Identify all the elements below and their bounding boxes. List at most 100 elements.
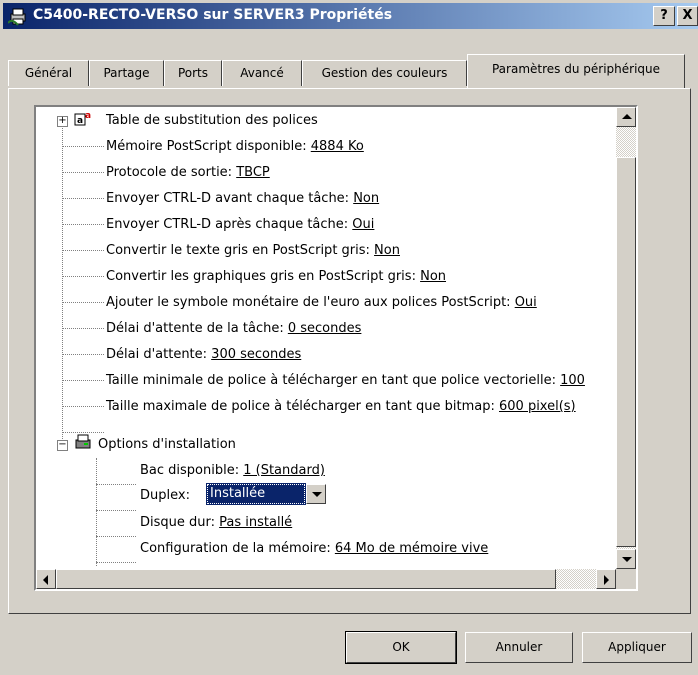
tree-line: [62, 406, 104, 407]
arrow-up-icon: [622, 114, 632, 119]
tree-item-value: 64 Mo de mémoire vive: [334, 541, 489, 556]
vertical-scroll-thumb[interactable]: [616, 157, 636, 547]
tab-label: Général: [24, 66, 73, 80]
tree-line: [96, 536, 136, 537]
cancel-button-label: Annuler: [495, 640, 543, 654]
tree-item-value: 600 pixel(s): [499, 399, 576, 414]
scroll-up-button[interactable]: [616, 107, 636, 127]
tree-line: [62, 302, 104, 303]
tree-item-label: Délai d'attente de la tâche:: [106, 321, 288, 336]
tree-item[interactable]: Mémoire PostScript disponible: 4884 Ko: [106, 135, 364, 159]
tree-item-label: Convertir le texte gris en PostScript gr…: [106, 243, 375, 258]
tab-gestion-couleurs[interactable]: Gestion des couleurs: [302, 60, 467, 86]
tree-item[interactable]: Convertir le texte gris en PostScript gr…: [106, 239, 400, 263]
close-glyph: X: [682, 8, 693, 23]
tab-label: Ports: [177, 66, 209, 80]
tree-item-label: Taille minimale de police à télécharger …: [106, 373, 561, 388]
tree-item-label: Options d'installation: [98, 437, 236, 452]
tree-item-label: Ajouter le symbole monétaire de l'euro a…: [106, 295, 515, 310]
tree-item-value: Oui: [352, 217, 375, 232]
tab-general[interactable]: Général: [8, 60, 89, 86]
tab-ports[interactable]: Ports: [164, 60, 222, 86]
tree-item-value: Oui: [514, 295, 537, 310]
tree-item[interactable]: Taille minimale de police à télécharger …: [106, 369, 585, 393]
tree-item-label: Protocole de sortie:: [106, 165, 237, 180]
tree-line: [96, 510, 136, 511]
tree-item-label: Configuration de la mémoire:: [140, 541, 335, 556]
tree-line: [62, 250, 104, 251]
tree-line: [96, 562, 136, 563]
duplex-select[interactable]: Installée: [206, 483, 328, 505]
collapse-toggle-installable-options[interactable]: −: [57, 440, 68, 451]
tree-item-label: Disque dur:: [140, 515, 220, 530]
tree-line: [62, 276, 104, 277]
tab-label: Avancé: [240, 66, 284, 80]
tree-item-label: Délai d'attente:: [106, 347, 212, 362]
arrow-down-icon: [622, 557, 632, 562]
tree-line: [62, 328, 104, 329]
arrow-left-icon: [43, 575, 48, 585]
tree-item-font-substitution[interactable]: Table de substitution des polices: [106, 109, 318, 133]
scroll-left-button[interactable]: [36, 569, 56, 589]
tree-item-value: 0 secondes: [287, 321, 362, 336]
tree-item-value: 1 (Standard): [243, 463, 325, 478]
tree-item-label: Envoyer CTRL-D avant chaque tâche:: [106, 191, 354, 206]
tree-line: [62, 354, 104, 355]
tree-item[interactable]: Ajouter le symbole monétaire de l'euro a…: [106, 291, 537, 315]
tree-item-value: 300 secondes: [211, 347, 302, 362]
close-button[interactable]: X: [677, 6, 698, 26]
tree-item[interactable]: Envoyer CTRL-D après chaque tâche: Oui: [106, 213, 374, 237]
tab-label: Gestion des couleurs: [321, 66, 448, 80]
tree-content: + a a Table de substitution des polices …: [36, 107, 616, 569]
cancel-button[interactable]: Annuler: [465, 632, 573, 663]
tree-item-value: TBCP: [236, 165, 270, 180]
horizontal-scroll-thumb[interactable]: [56, 569, 556, 589]
tree-item-installable-options[interactable]: Options d'installation: [98, 433, 236, 457]
tree-item-value: 100: [560, 373, 585, 388]
horizontal-scrollbar[interactable]: [36, 569, 616, 589]
window-title: C5400-RECTO-VERSO sur SERVER3 Propriétés: [33, 7, 393, 23]
tree-item[interactable]: Délai d'attente: 300 secondes: [106, 343, 301, 367]
ok-button-label: OK: [392, 640, 410, 654]
tree-item-value: Pas installé: [219, 515, 293, 530]
tree-item[interactable]: Convertir les graphiques gris en PostScr…: [106, 265, 446, 289]
tree-item[interactable]: Délai d'attente de la tâche: 0 secondes: [106, 317, 361, 341]
tree-item-label: Bac disponible:: [140, 463, 244, 478]
tree-line: [62, 121, 63, 447]
scroll-down-button[interactable]: [616, 549, 636, 569]
scroll-right-button[interactable]: [596, 569, 616, 589]
tab-avance[interactable]: Avancé: [222, 60, 302, 86]
tree-line: [62, 172, 104, 173]
font-table-icon: a a: [74, 111, 91, 126]
tree-item-label: Convertir les graphiques gris en PostScr…: [106, 269, 421, 284]
tree-item[interactable]: Protocole de sortie: TBCP: [106, 161, 270, 185]
duplex-dropdown-button[interactable]: [306, 484, 326, 504]
device-settings-tree[interactable]: + a a Table de substitution des polices …: [34, 105, 638, 591]
tree-item-label: Taille maximale de police à télécharger …: [106, 399, 499, 414]
tree-item-value: Non: [374, 243, 400, 258]
tree-item[interactable]: Envoyer CTRL-D avant chaque tâche: Non: [106, 187, 379, 211]
tree-item[interactable]: Configuration de la mémoire: 64 Mo de mé…: [140, 537, 488, 561]
tree-item-label: Envoyer CTRL-D après chaque tâche:: [106, 217, 353, 232]
apply-button[interactable]: Appliquer: [582, 632, 692, 663]
tree-line: [62, 380, 104, 381]
tree-item-label: Table de substitution des polices: [106, 113, 318, 128]
tree-item[interactable]: Bac disponible: 1 (Standard): [140, 459, 325, 483]
expand-toggle-font-substitution[interactable]: +: [57, 116, 68, 127]
tree-item-duplex[interactable]: Duplex:: [140, 484, 190, 508]
svg-text:a: a: [77, 116, 83, 126]
ok-button[interactable]: OK: [345, 631, 457, 664]
tab-parametres-peripherique[interactable]: Paramètres du périphérique: [467, 54, 685, 88]
tree-line: [62, 224, 104, 225]
help-button[interactable]: ?: [653, 6, 675, 26]
tree-line: [96, 458, 97, 566]
tree-item[interactable]: Taille maximale de police à télécharger …: [106, 395, 576, 419]
vertical-scrollbar[interactable]: [616, 107, 636, 569]
tab-partage[interactable]: Partage: [89, 60, 164, 86]
title-bar[interactable]: C5400-RECTO-VERSO sur SERVER3 Propriétés…: [3, 3, 698, 29]
tree-item[interactable]: Disque dur: Pas installé: [140, 511, 292, 535]
scrollbar-corner: [616, 569, 636, 589]
chevron-down-icon: [312, 492, 322, 497]
properties-dialog: C5400-RECTO-VERSO sur SERVER3 Propriétés…: [0, 0, 698, 675]
printer-options-icon: [75, 434, 91, 449]
